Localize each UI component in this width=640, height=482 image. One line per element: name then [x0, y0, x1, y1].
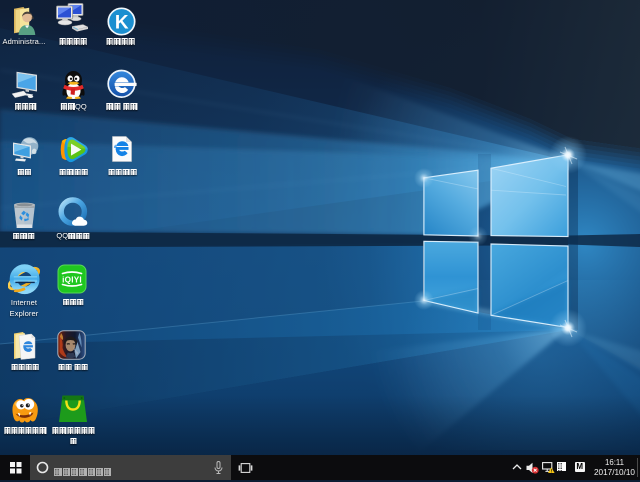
svg-text:iQIYI: iQIYI	[62, 276, 82, 285]
svg-text:K: K	[114, 12, 128, 33]
